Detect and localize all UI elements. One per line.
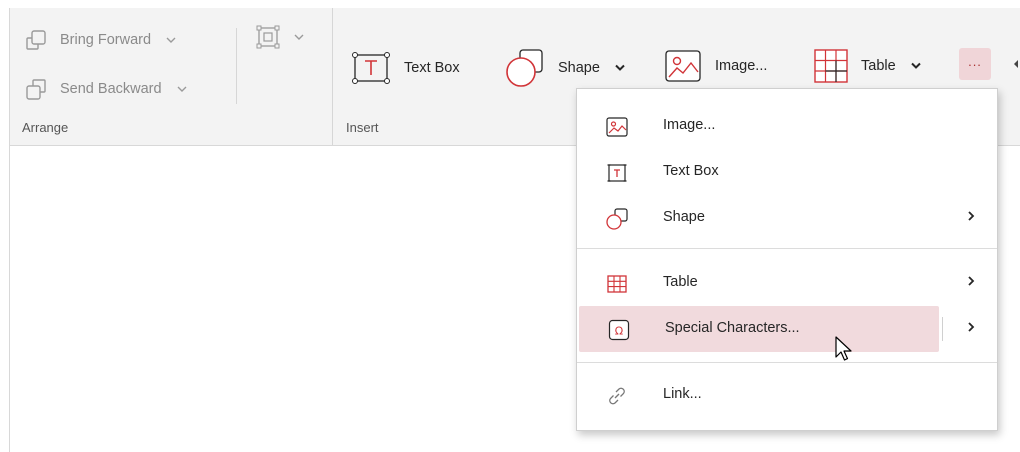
link-icon [609, 387, 625, 405]
table-icon [814, 49, 848, 83]
text-box-label: Text Box [404, 60, 460, 76]
shape-icon [606, 208, 628, 230]
menu-item-special-characters[interactable]: Ω Special Characters... [579, 306, 939, 352]
bring-forward-label: Bring Forward [60, 32, 152, 48]
shape-icon [506, 49, 543, 87]
bring-forward-icon [26, 30, 46, 50]
scroll-left-icon[interactable] [1013, 60, 1019, 68]
menu-separator [577, 362, 997, 363]
chevron-right-icon [968, 276, 975, 286]
menu-item-label: Special Characters... [665, 320, 800, 336]
group-separator [332, 8, 333, 145]
more-options-label: ... [968, 54, 982, 69]
image-label: Image... [715, 58, 768, 74]
chevron-down-icon [910, 62, 921, 69]
text-box-button[interactable]: Text Box [350, 50, 460, 86]
menu-item-label: Link... [663, 386, 702, 402]
mouse-cursor-icon [835, 336, 852, 361]
bring-forward-button[interactable]: Bring Forward [24, 28, 177, 52]
image-icon [665, 50, 701, 82]
shape-button[interactable]: Shape [504, 48, 626, 88]
text-box-icon [607, 164, 627, 182]
menu-item-table[interactable]: Table [577, 260, 997, 306]
arrange-group-label: Arrange [22, 120, 69, 135]
menu-item-image[interactable]: Image... [577, 103, 997, 149]
menu-item-text-box[interactable]: Text Box [577, 149, 997, 195]
align-button[interactable] [255, 24, 305, 50]
special-characters-submenu-button[interactable] [943, 306, 997, 352]
menu-item-label: Shape [663, 209, 705, 225]
image-icon [606, 117, 628, 137]
chevron-right-icon [968, 322, 975, 332]
send-backward-icon [26, 79, 46, 100]
menu-separator [577, 248, 997, 249]
separator [236, 28, 237, 104]
svg-text:Ω: Ω [615, 325, 623, 338]
text-box-icon [352, 52, 390, 84]
menu-item-shape[interactable]: Shape [577, 195, 997, 241]
insert-more-menu: Image... Text Box Shape Table Ω Special … [576, 88, 998, 431]
send-backward-label: Send Backward [60, 81, 162, 97]
more-options-button[interactable]: ... [959, 48, 991, 80]
table-button[interactable]: Table [813, 48, 922, 84]
table-label: Table [861, 58, 896, 74]
shape-label: Shape [558, 60, 600, 76]
chevron-down-icon [615, 64, 625, 71]
image-button[interactable]: Image... [663, 48, 767, 84]
menu-item-link[interactable]: Link... [577, 372, 997, 418]
align-icon [256, 25, 280, 49]
special-characters-icon: Ω [608, 319, 630, 341]
menu-item-label: Text Box [663, 163, 719, 179]
insert-group-label: Insert [346, 120, 379, 135]
chevron-right-icon [968, 211, 975, 221]
menu-item-label: Table [663, 274, 698, 290]
table-icon [607, 275, 627, 293]
chevron-down-icon [166, 37, 176, 43]
chevron-down-icon [177, 86, 187, 92]
send-backward-button[interactable]: Send Backward [24, 77, 188, 101]
chevron-down-icon [294, 34, 304, 40]
menu-item-label: Image... [663, 117, 716, 133]
